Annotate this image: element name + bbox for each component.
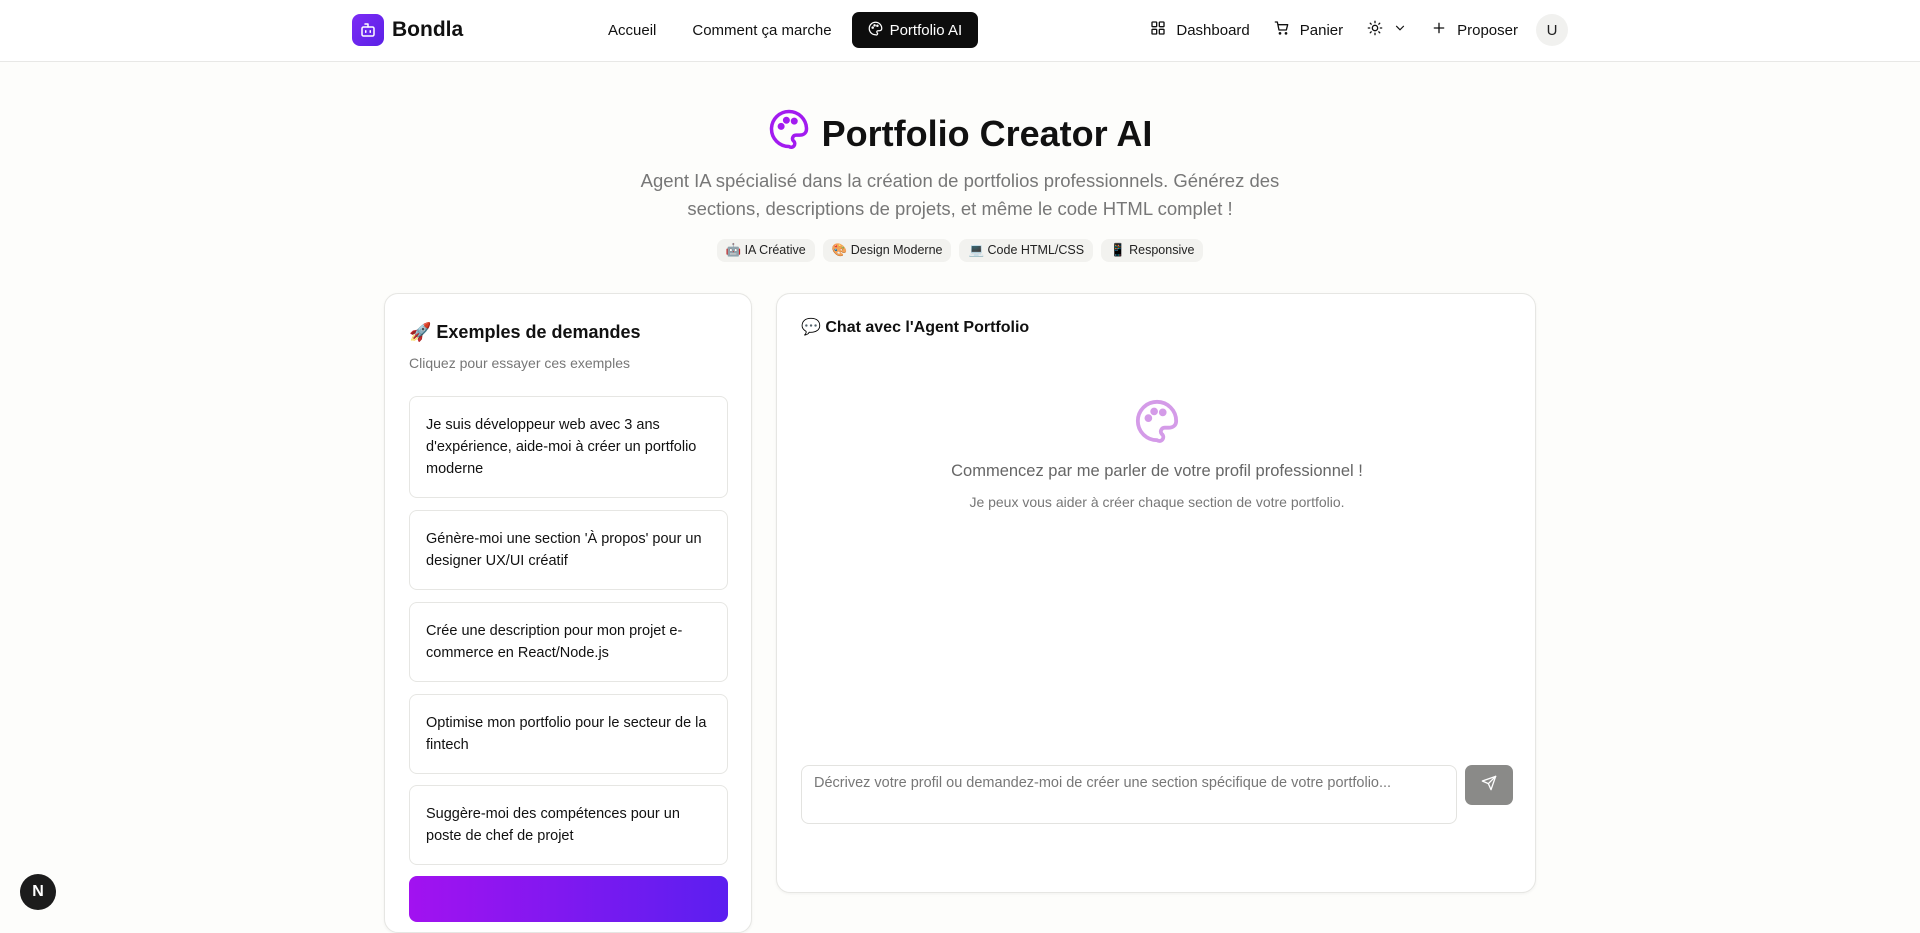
sun-icon [1367,20,1383,40]
cart-label: Panier [1299,21,1344,39]
example-prompt-5[interactable]: Suggère-moi des compétences pour un post… [409,785,728,865]
feature-tag: 📱 Responsive [1101,239,1204,262]
palette-icon [868,21,883,40]
dashboard-link[interactable]: Dashboard [1138,12,1261,48]
nav-item-label: Portfolio AI [889,21,963,39]
palette-icon [1134,398,1180,449]
top-navigation-bar: Bondla Accueil Comment ça marche Portfol… [0,0,1920,62]
examples-subtitle: Cliquez pour essayer ces exemples [409,355,630,371]
chat-panel: 💬 Chat avec l'Agent Portfolio Commencez … [776,293,1536,893]
chat-empty-hint: Je peux vous aider à créer chaque sectio… [969,494,1345,510]
example-prompt-2[interactable]: Génère-moi une section 'À propos' pour u… [409,510,728,590]
page-title: Portfolio Creator AI [0,108,1920,159]
cart-icon [1274,20,1290,40]
plus-icon [1431,20,1447,40]
feature-tag: 🎨 Design Moderne [822,239,952,262]
chevron-down-icon [1393,21,1407,39]
chat-title: 💬 Chat avec l'Agent Portfolio [801,319,1030,336]
nav-item-label: Comment ça marche [692,21,832,39]
nav-item-portfolio-ai[interactable]: Portfolio AI [851,12,979,48]
generate-portfolio-button[interactable] [409,876,728,922]
user-nav: Dashboard Panier Proposer U [1138,12,1568,48]
propose-label: Proposer [1457,21,1518,39]
nav-item-label: Accueil [608,21,657,39]
brand-logo[interactable]: Bondla [352,14,463,46]
robot-icon [352,14,384,46]
main-nav: Accueil Comment ça marche Portfolio AI [592,12,979,48]
example-prompt-3[interactable]: Crée une description pour mon projet e-c… [409,602,728,682]
dashboard-icon [1150,20,1166,40]
brand-name: Bondla [392,18,464,41]
page-title-text: Portfolio Creator AI [821,112,1153,154]
dev-tools-badge[interactable]: N [20,874,56,910]
feature-tags: 🤖 IA Créative 🎨 Design Moderne 💻 Code HT… [0,239,1920,262]
example-prompt-1[interactable]: Je suis développeur web avec 3 ans d'exp… [409,396,728,498]
cart-link[interactable]: Panier [1262,12,1355,48]
avatar[interactable]: U [1536,14,1568,46]
send-icon [1481,775,1497,796]
examples-title: 🚀 Exemples de demandes [409,322,641,342]
examples-panel: 🚀 Exemples de demandes Cliquez pour essa… [384,293,752,933]
palette-icon [768,108,810,159]
chat-empty-message: Commencez par me parler de votre profil … [951,462,1363,480]
send-button[interactable] [1465,765,1513,805]
page-subtitle: Agent IA spécialisé dans la création de … [640,170,1280,219]
example-prompt-4[interactable]: Optimise mon portfolio pour le secteur d… [409,694,728,774]
feature-tag: 💻 Code HTML/CSS [959,239,1094,262]
feature-tag: 🤖 IA Créative [716,239,815,262]
nav-item-accueil[interactable]: Accueil [592,12,672,48]
theme-toggle[interactable] [1355,12,1419,48]
propose-button[interactable]: Proposer [1419,12,1530,48]
dashboard-label: Dashboard [1176,21,1250,39]
nav-item-comment-ca-marche[interactable]: Comment ça marche [676,12,847,48]
chat-message-input[interactable] [801,765,1457,824]
